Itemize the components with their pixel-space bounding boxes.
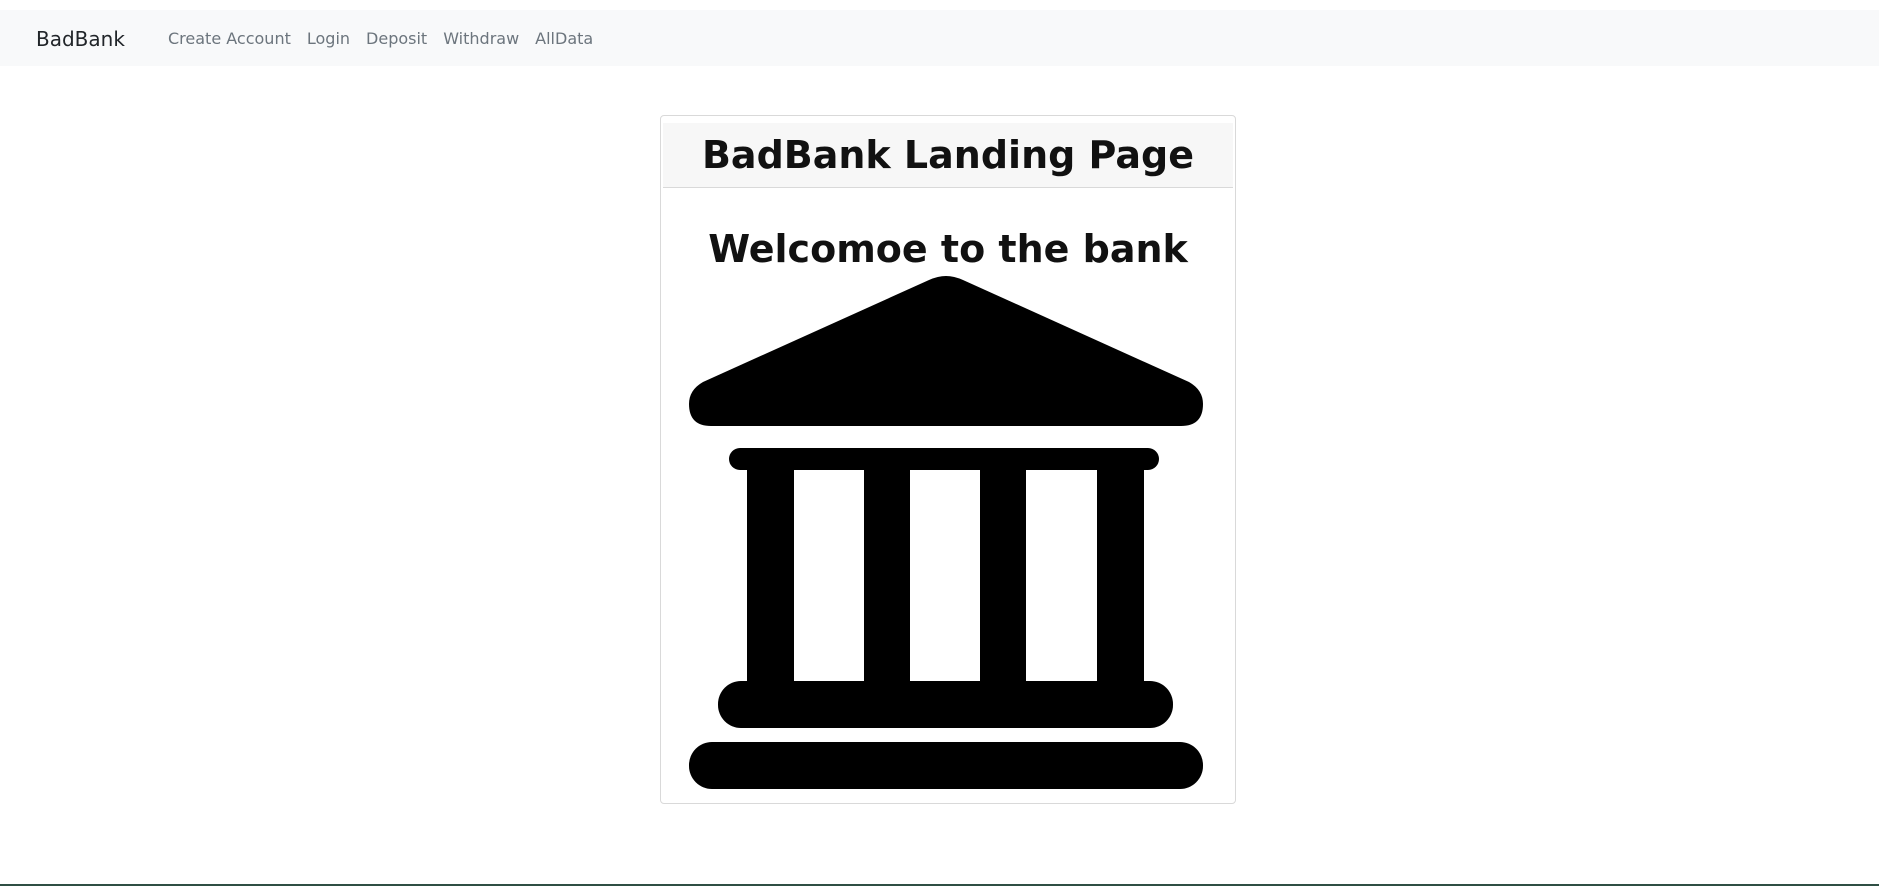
- bank-column-shape: [980, 461, 1026, 691]
- bank-column-shape: [1097, 461, 1144, 691]
- bank-column-shape: [747, 461, 794, 691]
- nav-link-create-account[interactable]: Create Account: [168, 28, 291, 50]
- bank-column-shape: [864, 461, 910, 691]
- brand-link[interactable]: BadBank: [36, 26, 125, 52]
- landing-card: BadBank Landing Page Welcomoe to the ban…: [660, 115, 1236, 804]
- bank-step-shape: [718, 681, 1173, 728]
- card-title: BadBank Landing Page: [701, 133, 1195, 177]
- nav-link-login[interactable]: Login: [307, 28, 350, 50]
- bank-building-icon: [689, 276, 1203, 789]
- nav-link-alldata[interactable]: AllData: [535, 28, 593, 50]
- nav-link-withdraw[interactable]: Withdraw: [443, 28, 519, 50]
- card-header: BadBank Landing Page: [663, 123, 1233, 188]
- welcome-heading: Welcomoe to the bank: [708, 227, 1188, 271]
- bank-roof-shape: [689, 276, 1203, 426]
- navbar: BadBank Create Account Login Deposit Wit…: [0, 10, 1879, 66]
- nav-link-deposit[interactable]: Deposit: [366, 28, 427, 50]
- nav-links: Create Account Login Deposit Withdraw Al…: [168, 28, 593, 50]
- bank-base-shape: [689, 742, 1203, 789]
